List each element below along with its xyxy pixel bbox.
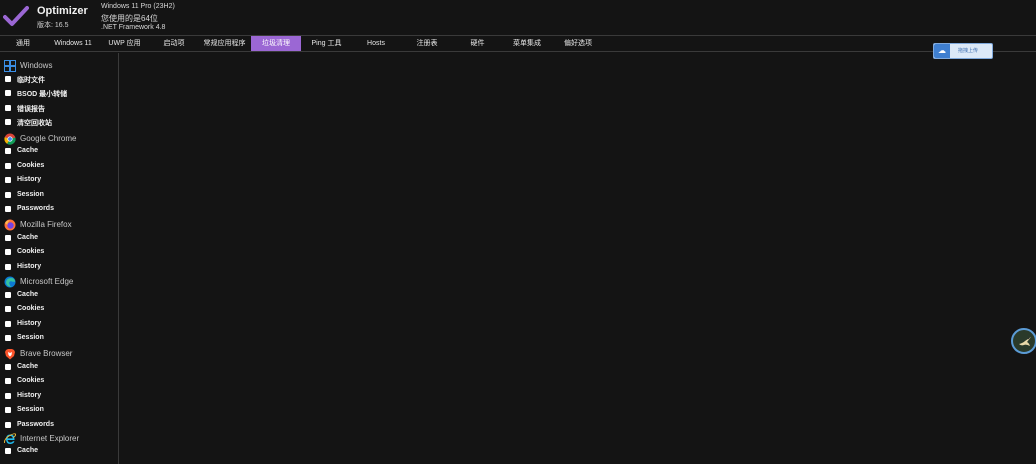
edge-icon	[4, 276, 16, 288]
checkbox[interactable]	[5, 264, 11, 270]
firefox-icon	[4, 219, 16, 231]
upload-label: 拖拽上传	[958, 48, 979, 54]
checkbox[interactable]	[5, 119, 11, 125]
section-label: Microsoft Edge	[20, 277, 74, 286]
section-label: Internet Explorer	[20, 434, 80, 443]
tab-startup[interactable]: 启动项	[152, 36, 196, 51]
cloud-upload-icon: ☁	[934, 44, 950, 58]
checkbox[interactable]	[5, 235, 11, 241]
checkbox[interactable]	[5, 206, 11, 212]
app-version: 版本: 16.5	[37, 22, 69, 29]
os-version: Windows 11 Pro (23H2)	[101, 3, 175, 10]
checkbox[interactable]	[5, 192, 11, 198]
checkbox[interactable]	[5, 407, 11, 413]
tab-hosts[interactable]: Hosts	[354, 36, 398, 51]
section-label: Mozilla Firefox	[20, 220, 72, 229]
section-label: Brave Browser	[20, 349, 73, 358]
tab-hardware[interactable]: 硬件	[456, 36, 499, 51]
tab-junk-cleanup[interactable]: 垃圾清理	[251, 36, 301, 51]
tab-general[interactable]: 通用	[3, 36, 43, 51]
checkbox[interactable]	[5, 90, 11, 96]
tab-ping-tool[interactable]: Ping 工具	[304, 36, 349, 51]
framework-info: .NET Framework 4.8	[101, 24, 166, 31]
architecture-info: 您使用的是64位	[101, 14, 158, 23]
tab-registry[interactable]: 注册表	[403, 36, 451, 51]
tab-windows-11[interactable]: Windows 11	[48, 36, 98, 51]
checkbox[interactable]	[5, 306, 11, 312]
tab-preferences[interactable]: 偏好选项	[554, 36, 602, 51]
app-title: Optimizer	[37, 5, 88, 17]
section-label: Google Chrome	[20, 134, 77, 143]
checkbox[interactable]	[5, 364, 11, 370]
checkbox[interactable]	[5, 76, 11, 82]
app-header: Optimizer 版本: 16.5 Windows 11 Pro (23H2)…	[0, 0, 1036, 34]
checkmark-logo-icon	[3, 6, 29, 26]
checkbox[interactable]	[5, 422, 11, 428]
drag-upload-button[interactable]: ☁ 拖拽上传	[933, 43, 993, 59]
checkbox[interactable]	[5, 148, 11, 154]
tab-bar: 通用 Windows 11 UWP 应用 启动项 常规应用程序 垃圾清理 Pin…	[0, 35, 1036, 52]
checkbox[interactable]	[5, 378, 11, 384]
checkbox[interactable]	[5, 105, 11, 111]
checkbox[interactable]	[5, 393, 11, 399]
ie-icon	[4, 433, 16, 444]
checkbox[interactable]	[5, 177, 11, 183]
checkbox[interactable]	[5, 249, 11, 255]
main-content-area	[119, 53, 1036, 464]
cleanup-sidebar: Windows 临时文件 BSOD 最小转储 错误报告 清空回收站 Google…	[0, 53, 119, 464]
windows-icon	[4, 60, 16, 72]
floating-assistant-button[interactable]	[1011, 328, 1036, 354]
brave-icon	[5, 349, 15, 360]
checkbox[interactable]	[5, 321, 11, 327]
tab-common-apps[interactable]: 常规应用程序	[199, 36, 250, 51]
tab-menu-integration[interactable]: 菜单集成	[503, 36, 551, 51]
section-label: Windows	[20, 61, 53, 70]
checkbox[interactable]	[5, 448, 11, 454]
checkbox[interactable]	[5, 292, 11, 298]
checkbox[interactable]	[5, 163, 11, 169]
hummingbird-icon	[1019, 337, 1031, 346]
tab-uwp-apps[interactable]: UWP 应用	[102, 36, 147, 51]
checkbox[interactable]	[5, 335, 11, 341]
chrome-icon	[4, 133, 16, 145]
